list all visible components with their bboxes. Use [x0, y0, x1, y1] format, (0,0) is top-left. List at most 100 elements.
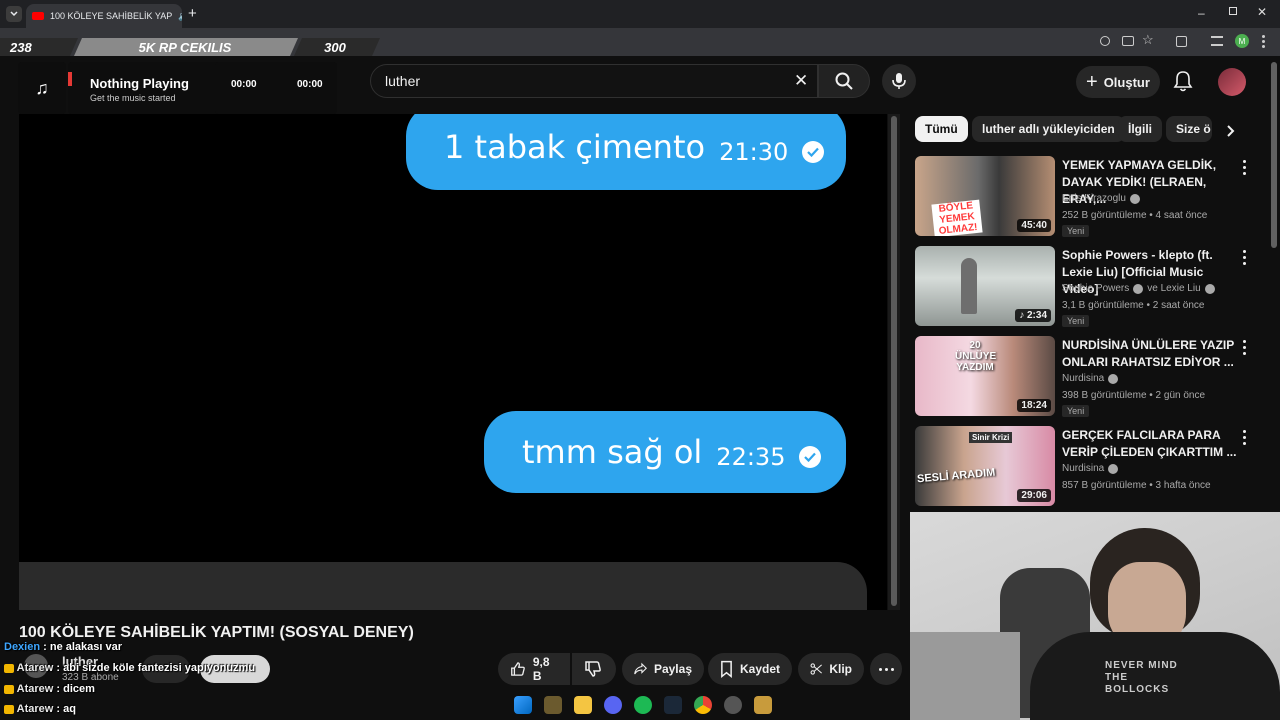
webcam-overlay: NEVER MIND THE BOLLOCKS [910, 512, 1280, 720]
video-thumbnail[interactable]: Sinir Krizi SESLİ ARADIM 29:06 [915, 426, 1055, 506]
chips-next-button[interactable] [1214, 118, 1248, 144]
channel-name: Enis Kirazoglu [1062, 193, 1126, 204]
search-button[interactable] [818, 64, 870, 98]
game-launcher-icon[interactable] [754, 696, 772, 714]
youtube-favicon-icon [32, 12, 44, 20]
now-playing-box: Nothing Playing Get the music started [68, 62, 228, 114]
recommendation-item[interactable]: 20 ÜNLÜYE YAZDIM 18:24 NURDİSİNA ÜNLÜLER… [915, 336, 1265, 417]
extensions-icon[interactable] [1176, 36, 1187, 47]
speaker-icon: 🔊 [178, 11, 182, 22]
chip-all[interactable]: Tümü [915, 116, 968, 142]
video-player[interactable]: 1 tabak çimento 21:30 tmm sağ ol 22:35 [19, 114, 887, 610]
message-input-bar [19, 562, 867, 610]
recommendation-item[interactable]: ♪ 2:34 Sophie Powers - klepto (ft. Lexie… [915, 246, 1265, 327]
more-options-icon[interactable] [1237, 428, 1251, 446]
minimize-icon[interactable]: – [1198, 6, 1205, 20]
app-icon[interactable] [544, 696, 562, 714]
cast-icon[interactable] [1122, 36, 1134, 46]
discord-icon[interactable] [604, 696, 622, 714]
chip-related[interactable]: İlgili [1118, 116, 1162, 142]
recommendation-title[interactable]: GERÇEK FALCILARA PARA VERİP ÇİLEDEN ÇIKA… [1062, 427, 1242, 461]
chip-for-you[interactable]: Size ö [1166, 116, 1212, 142]
new-tab-button[interactable]: + [188, 5, 197, 22]
file-explorer-icon[interactable] [574, 696, 592, 714]
music-note-icon: ♫ [35, 77, 49, 98]
tab-title: 100 KÖLEYE SAHİBELİK YAP [50, 11, 173, 21]
bubble-1-text: 1 tabak çimento [444, 128, 706, 166]
more-dots-icon [878, 667, 882, 671]
obs-icon[interactable] [724, 696, 742, 714]
recommendation-channel[interactable]: Sophie Powers ve Lexie Liu [1062, 283, 1215, 294]
thumbnail-text: BÖYLE YEMEK OLMAZ! [931, 199, 983, 236]
account-avatar[interactable] [1218, 68, 1246, 96]
verified-icon [1108, 463, 1119, 474]
profile-avatar[interactable]: M [1235, 34, 1249, 48]
page-scrollbar-thumb[interactable] [891, 116, 897, 606]
recommendation-meta: 398 B görüntüleme • 2 gün önce [1062, 390, 1206, 401]
music-time-total: 00:00 [297, 79, 323, 90]
music-time-box: 00:00 00:00 [215, 62, 337, 114]
share-button[interactable]: Paylaş [622, 653, 704, 685]
plus-icon: + [1086, 71, 1098, 93]
verified-icon [1129, 193, 1140, 204]
recommendation-meta: 252 B görüntüleme • 4 saat önce [1062, 210, 1208, 221]
chrome-icon[interactable] [694, 696, 712, 714]
recommendation-channel[interactable]: Nurdisina [1062, 373, 1119, 384]
new-badge: Yeni [1062, 315, 1090, 327]
browser-tab-bar: 100 KÖLEYE SAHİBELİK YAP 🔊 ✕ + – ✕ [0, 0, 1280, 28]
video-thumbnail[interactable]: ♪ 2:34 [915, 246, 1055, 326]
verified-icon [1108, 373, 1119, 384]
video-thumbnail[interactable]: 20 ÜNLÜYE YAZDIM 18:24 [915, 336, 1055, 416]
voice-search-button[interactable] [882, 64, 916, 98]
overlay-giveaway-text: 5K RP CEKILIS [138, 39, 232, 55]
music-note-box: ♫ [18, 62, 66, 114]
more-options-icon[interactable] [1237, 338, 1251, 356]
bookmark-star-icon[interactable]: ☆ [1142, 32, 1154, 48]
more-options-icon[interactable] [1237, 248, 1251, 266]
windows-start-icon[interactable] [514, 696, 532, 714]
tab-search-button[interactable] [6, 6, 22, 22]
music-time-current: 00:00 [231, 79, 257, 90]
subscriber-badge-icon [4, 663, 14, 673]
new-badge: Yeni [1062, 225, 1090, 237]
more-options-icon[interactable] [1237, 158, 1251, 176]
browser-menu-icon[interactable] [1262, 35, 1265, 48]
recommendation-item[interactable]: Sinir Krizi SESLİ ARADIM 29:06 GERÇEK FA… [915, 426, 1265, 506]
maximize-icon[interactable] [1229, 7, 1237, 15]
overlay-right-count: 300 [324, 39, 346, 55]
channel-extra: ve Lexie Liu [1147, 283, 1201, 294]
like-button[interactable]: 9,8 B [498, 653, 570, 685]
video-thumbnail[interactable]: BÖYLE YEMEK OLMAZ! 45:40 [915, 156, 1055, 236]
recommendation-channel[interactable]: Enis Kirazoglu [1062, 193, 1140, 204]
recommendation-channel[interactable]: Nurdisina [1062, 463, 1119, 474]
thumbs-down-icon [585, 661, 601, 677]
bell-icon [1173, 71, 1193, 92]
save-button[interactable]: Kaydet [708, 653, 792, 685]
chat-nick: Dexien [4, 641, 41, 653]
recommendation-item[interactable]: BÖYLE YEMEK OLMAZ! 45:40 YEMEK YAPMAYA G… [915, 156, 1265, 237]
zoom-icon[interactable] [1100, 36, 1110, 46]
clear-search-icon[interactable]: ✕ [794, 71, 808, 91]
steam-icon[interactable] [664, 696, 682, 714]
recommendation-title[interactable]: NURDİSİNA ÜNLÜLERE YAZIP ONLARI RAHATSIZ… [1062, 337, 1242, 371]
search-input[interactable]: luther [385, 73, 420, 89]
spotify-icon[interactable] [634, 696, 652, 714]
search-input-container[interactable]: luther ✕ [370, 64, 818, 98]
notifications-button[interactable] [1173, 70, 1193, 97]
clip-button[interactable]: Klip [798, 653, 864, 685]
close-window-icon[interactable]: ✕ [1257, 5, 1267, 19]
page-scrollbar-track[interactable] [888, 114, 900, 610]
dislike-button[interactable] [572, 653, 616, 685]
chat-text: ne alakası var [49, 641, 123, 653]
more-actions-button[interactable] [870, 653, 902, 685]
sidebar-scrollbar-thumb[interactable] [1271, 62, 1277, 248]
now-playing-title: Nothing Playing [90, 76, 189, 91]
chat-bubble-1: 1 tabak çimento 21:30 [406, 114, 846, 190]
create-button[interactable]: + Oluştur [1076, 66, 1160, 98]
chat-text: abi sizde köle fantezisi yapıyonuzmu [63, 662, 256, 674]
bubble-2-time: 22:35 [716, 443, 786, 471]
reading-list-icon[interactable] [1211, 36, 1223, 46]
browser-tab-active[interactable]: 100 KÖLEYE SAHİBELİK YAP 🔊 ✕ [26, 4, 182, 28]
chip-from-uploader[interactable]: luther adlı yükleyiciden [972, 116, 1125, 142]
recommendation-meta: 857 B görüntüleme • 3 hafta önce [1062, 480, 1211, 491]
